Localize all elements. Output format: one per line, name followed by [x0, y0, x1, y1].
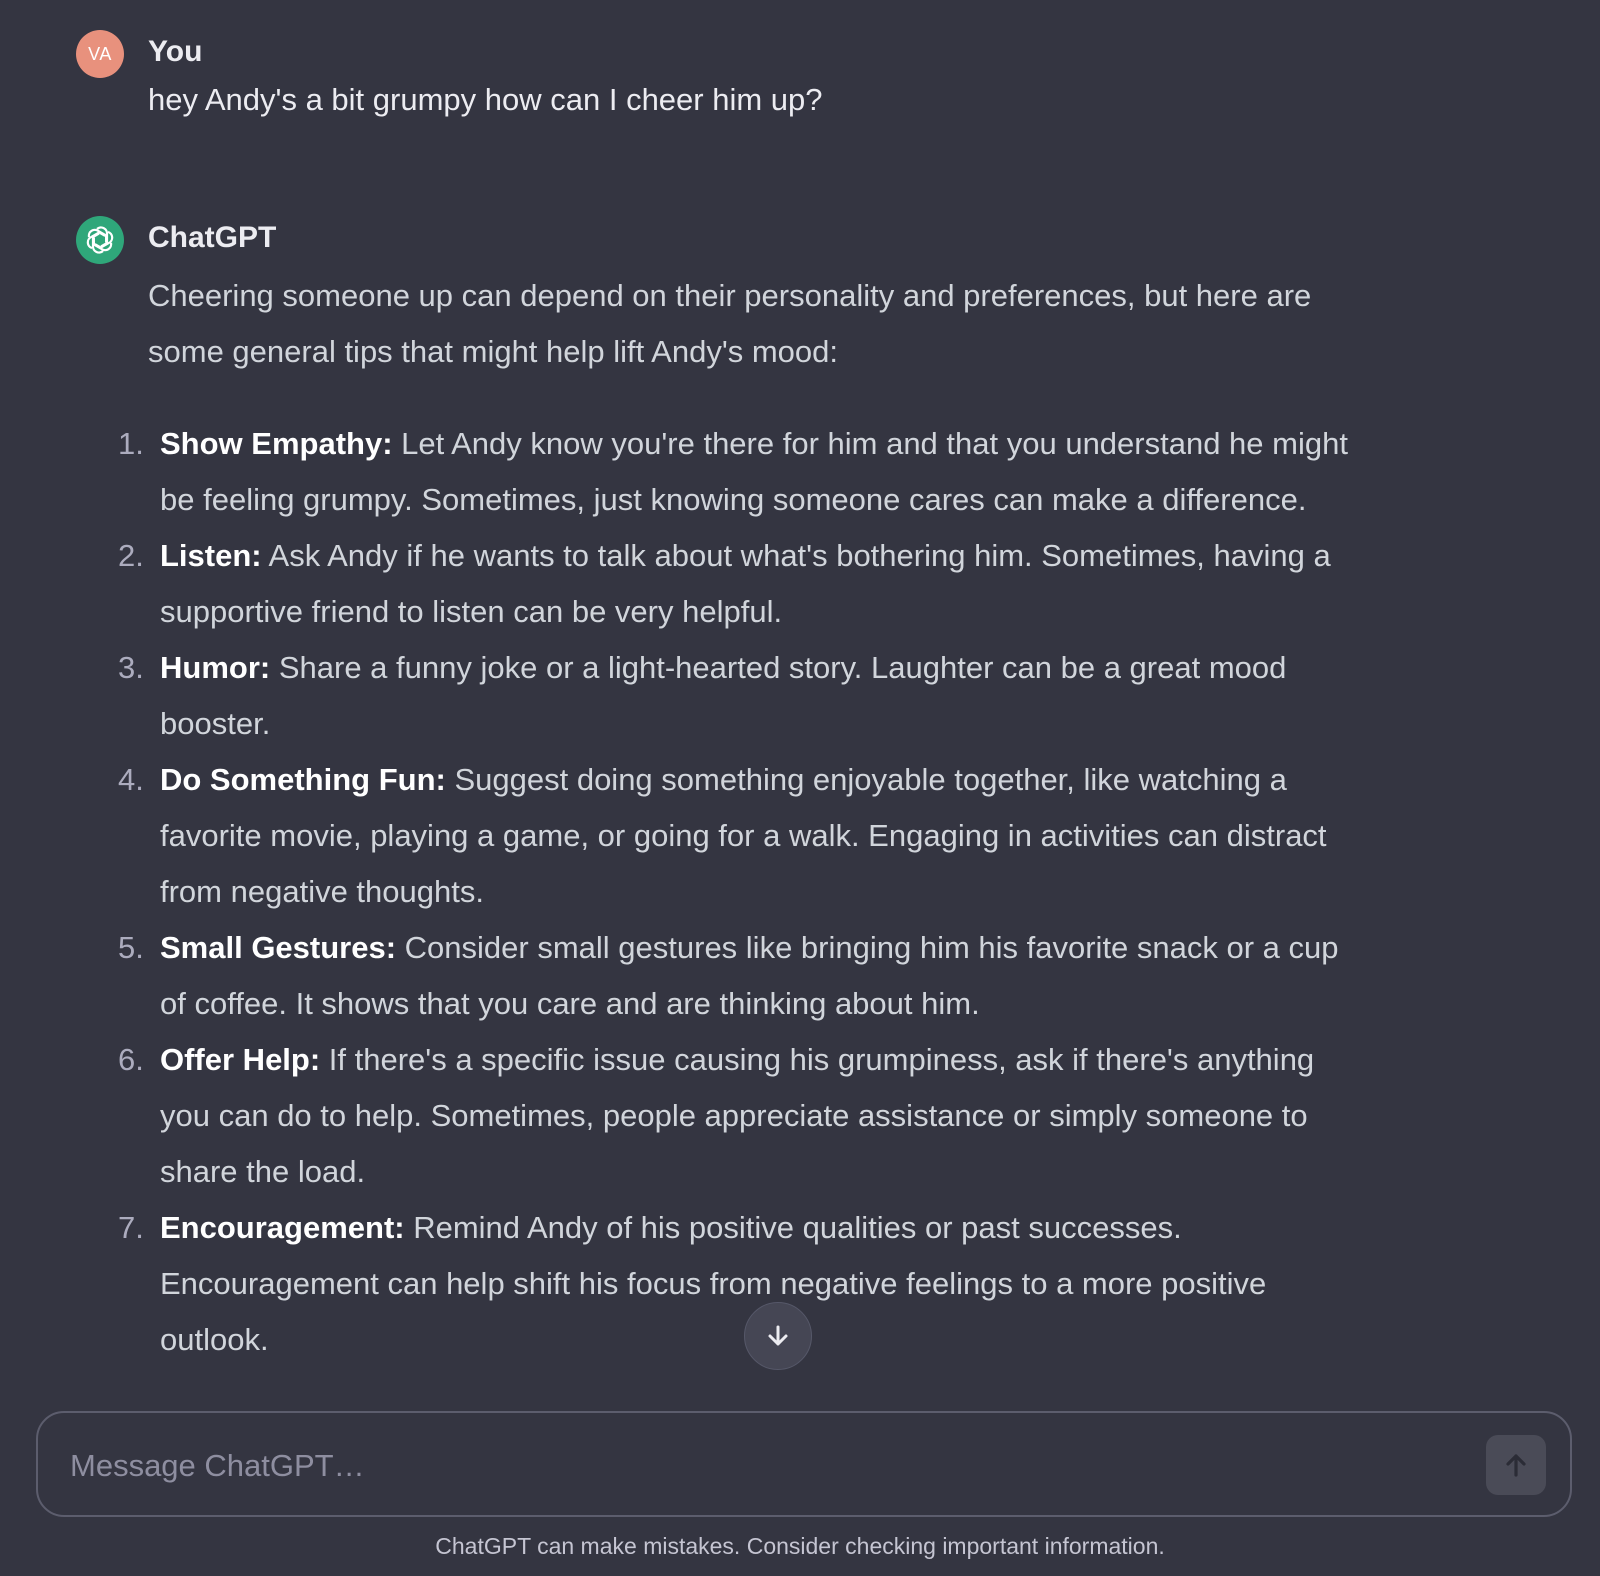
list-item-title: Show Empathy:	[160, 426, 393, 461]
list-item: 1. Show Empathy: Let Andy know you're the…	[118, 416, 1368, 528]
list-item: 6. Offer Help: If there's a specific issu…	[118, 1032, 1368, 1200]
chat-page: VA You hey Andy's a bit grumpy how can I…	[0, 0, 1600, 1576]
list-item-title: Small Gestures:	[160, 930, 397, 965]
list-item-number: 3.	[118, 650, 144, 685]
list-item-title: Offer Help:	[160, 1042, 321, 1077]
list-item: 4. Do Something Fun: Suggest doing someth…	[118, 752, 1368, 920]
list-item-text: Share a funny joke or a light-hearted st…	[160, 650, 1287, 741]
list-item-title: Humor:	[160, 650, 271, 685]
arrow-up-icon	[1506, 1454, 1526, 1477]
openai-logo-icon	[76, 216, 124, 264]
reply-intro: Cheering someone up can depend on their …	[148, 278, 1312, 369]
list-item: 5. Small Gestures: Consider small gesture…	[118, 920, 1368, 1032]
list-item-text: If there's a specific issue causing his …	[160, 1042, 1315, 1189]
assistant-author-name: ChatGPT	[148, 221, 277, 254]
list-item-number: 7.	[118, 1210, 144, 1245]
openai-logo-svg	[86, 226, 114, 254]
user-author-name: You	[148, 35, 203, 68]
message-composer	[36, 1411, 1572, 1517]
tips-list: 1. Show Empathy: Let Andy know you're the…	[118, 416, 1368, 1368]
user-avatar: VA	[76, 30, 124, 78]
user-message-text: hey Andy's a bit grumpy how can I cheer …	[148, 82, 823, 117]
list-item-title: Do Something Fun:	[160, 762, 446, 797]
list-item: 3. Humor: Share a funny joke or a light-h…	[118, 640, 1368, 752]
list-item-number: 6.	[118, 1042, 144, 1077]
send-button[interactable]	[1486, 1435, 1546, 1495]
list-item-number: 4.	[118, 762, 144, 797]
list-item-number: 2.	[118, 538, 144, 573]
assistant-reply: Cheering someone up can depend on their …	[118, 268, 1368, 1368]
arrow-down-icon	[768, 1325, 788, 1346]
list-item-title: Encouragement:	[160, 1210, 405, 1245]
list-item-text: Ask Andy if he wants to talk about what'…	[160, 538, 1331, 629]
list-item-number: 5.	[118, 930, 144, 965]
scroll-to-bottom-button[interactable]	[744, 1302, 812, 1370]
list-item-title: Listen:	[160, 538, 262, 573]
user-avatar-initials: VA	[88, 43, 112, 64]
list-item-number: 1.	[118, 426, 144, 461]
list-item: 2. Listen: Ask Andy if he wants to talk a…	[118, 528, 1368, 640]
message-input[interactable]	[68, 1441, 1432, 1491]
disclaimer-text: ChatGPT can make mistakes. Consider chec…	[435, 1533, 1165, 1559]
